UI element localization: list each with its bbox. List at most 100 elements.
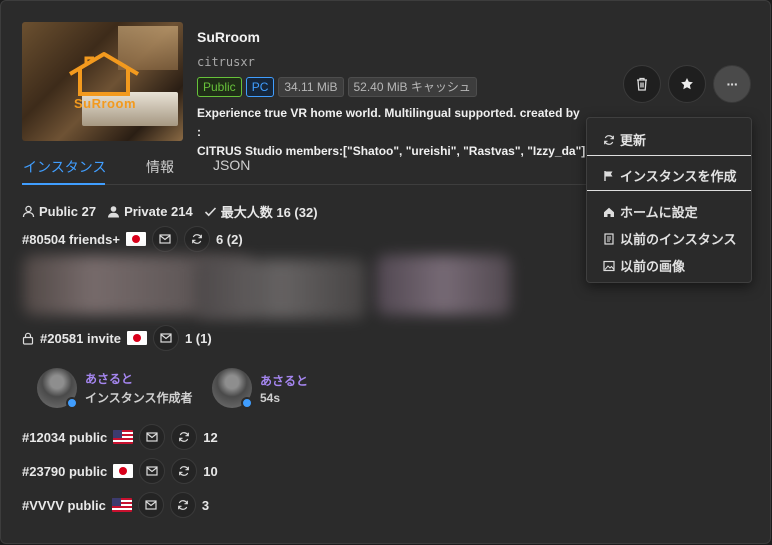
world-name[interactable]: SuRroom xyxy=(197,29,260,45)
instance-row: #20581 invite 1 (1) xyxy=(22,325,212,351)
document-icon xyxy=(604,232,614,245)
home-icon xyxy=(604,207,614,217)
active-tab-indicator xyxy=(22,183,105,185)
jp-flag-icon xyxy=(125,232,146,246)
refresh-icon xyxy=(604,134,614,145)
avatar xyxy=(212,368,253,409)
max-capacity-label: 最大人数 16 (32) xyxy=(220,205,318,220)
refresh-instance-button[interactable] xyxy=(183,226,210,252)
refresh-icon xyxy=(179,466,190,476)
instance-user[interactable]: あさると 54s xyxy=(212,368,309,409)
tab-info[interactable]: 情報 xyxy=(146,157,174,177)
delete-button[interactable] xyxy=(623,65,661,103)
instance-row: #80504 friends+ 6 (2) xyxy=(22,226,243,252)
description-line-1: Experience true VR home world. Multiling… xyxy=(197,106,580,139)
more-button[interactable]: ··· xyxy=(713,65,751,103)
refresh-icon xyxy=(179,432,190,442)
release-status-tag: Public xyxy=(197,77,242,97)
instance-id[interactable]: #VVVV public xyxy=(22,498,106,513)
instance-row: #VVVV public 3 xyxy=(22,492,209,518)
private-count: Private 214 xyxy=(107,204,193,219)
invite-button[interactable] xyxy=(139,458,166,484)
us-flag-icon xyxy=(113,430,134,444)
public-count: Public 27 xyxy=(22,204,96,219)
instance-row: #23790 public 10 xyxy=(22,458,218,484)
menu-item-set-home[interactable]: ホームに設定 xyxy=(603,202,698,221)
user-count: 12 xyxy=(203,429,218,445)
cache-tag: 52.40 MiB キャッシュ xyxy=(347,77,477,97)
world-dialog: SuRroom SuRroom citrusxr Public PC 34.11… xyxy=(0,0,771,544)
menu-item-previous-images[interactable]: 以前の画像 xyxy=(603,256,685,275)
refresh-icon xyxy=(177,500,188,510)
menu-item-label: ホームに設定 xyxy=(620,205,698,220)
world-thumbnail[interactable]: SuRroom xyxy=(22,22,183,141)
instance-id[interactable]: #20581 invite xyxy=(40,331,121,346)
image-icon xyxy=(603,260,615,271)
invite-button[interactable] xyxy=(137,492,164,518)
user-filled-icon xyxy=(108,206,120,218)
mail-icon xyxy=(145,500,157,510)
user-name: あさると xyxy=(260,373,309,388)
jp-flag-icon xyxy=(113,464,134,478)
menu-item-label: インスタンスを作成 xyxy=(620,169,737,184)
house-logo-icon xyxy=(68,52,140,96)
user-count: 10 xyxy=(203,463,218,479)
refresh-instance-button[interactable] xyxy=(169,492,196,518)
user-count: 1 (1) xyxy=(184,330,212,346)
instance-user[interactable]: あさると インスタンス作成者 xyxy=(37,368,193,409)
menu-item-label: 以前のインスタンス xyxy=(620,232,737,247)
invite-button[interactable] xyxy=(139,424,166,450)
menu-item-refresh[interactable]: 更新 xyxy=(603,130,646,149)
online-status-dot xyxy=(66,397,78,409)
instance-row: #12034 public 12 xyxy=(22,424,218,450)
invite-button[interactable] xyxy=(152,325,179,351)
us-flag-icon xyxy=(111,498,132,512)
menu-divider xyxy=(587,190,751,191)
user-role: インスタンス作成者 xyxy=(85,391,193,405)
jp-flag-icon xyxy=(126,331,147,345)
public-count-label: Public 27 xyxy=(39,204,97,219)
flag-icon xyxy=(604,170,613,181)
user-time: 54s xyxy=(260,390,281,405)
star-icon xyxy=(681,78,693,90)
blurred-user[interactable] xyxy=(376,255,511,315)
private-count-label: Private 214 xyxy=(124,204,193,219)
trash-icon xyxy=(637,77,647,91)
refresh-icon xyxy=(192,234,202,244)
world-author[interactable]: citrusxr xyxy=(197,55,255,69)
user-outline-icon xyxy=(22,205,35,218)
blurred-user[interactable] xyxy=(196,259,366,319)
instance-id[interactable]: #12034 public xyxy=(22,430,107,445)
user-name: あさると xyxy=(85,372,134,386)
instance-id[interactable]: #23790 public xyxy=(22,464,107,479)
check-icon xyxy=(204,207,216,217)
lock-icon xyxy=(22,332,34,345)
refresh-instance-button[interactable] xyxy=(171,458,198,484)
more-actions-menu: 更新 インスタンスを作成 ホームに設定 以前のインスタンス 以前の画像 xyxy=(586,117,752,283)
avatar xyxy=(37,368,78,409)
instance-stats: Public 27 Private 214 最大人数 16 (32) xyxy=(22,202,318,221)
tab-instances[interactable]: インスタンス xyxy=(23,157,106,177)
mail-icon xyxy=(146,466,158,476)
invite-button[interactable] xyxy=(151,226,178,252)
mail-icon xyxy=(160,333,172,343)
menu-item-create-instance[interactable]: インスタンスを作成 xyxy=(603,166,736,185)
user-count: 3 xyxy=(201,497,210,513)
mail-icon xyxy=(146,432,158,442)
menu-divider xyxy=(587,155,751,156)
instance-id[interactable]: #80504 friends+ xyxy=(22,232,120,247)
size-tag: 34.11 MiB xyxy=(278,77,344,97)
world-tags: Public PC 34.11 MiB 52.40 MiB キャッシュ xyxy=(197,77,477,97)
tab-json[interactable]: JSON xyxy=(213,157,250,173)
refresh-instance-button[interactable] xyxy=(171,424,198,450)
ellipsis-icon: ··· xyxy=(726,76,739,92)
menu-item-label: 更新 xyxy=(620,133,647,148)
menu-item-previous-instances[interactable]: 以前のインスタンス xyxy=(603,229,736,248)
favorite-button[interactable] xyxy=(668,65,706,103)
user-count: 6 (2) xyxy=(215,231,243,247)
max-capacity: 最大人数 16 (32) xyxy=(204,202,318,221)
platform-tag: PC xyxy=(245,77,275,97)
online-status-dot xyxy=(241,397,253,409)
mail-icon xyxy=(159,234,171,244)
logo-text: SuRroom xyxy=(74,96,136,111)
